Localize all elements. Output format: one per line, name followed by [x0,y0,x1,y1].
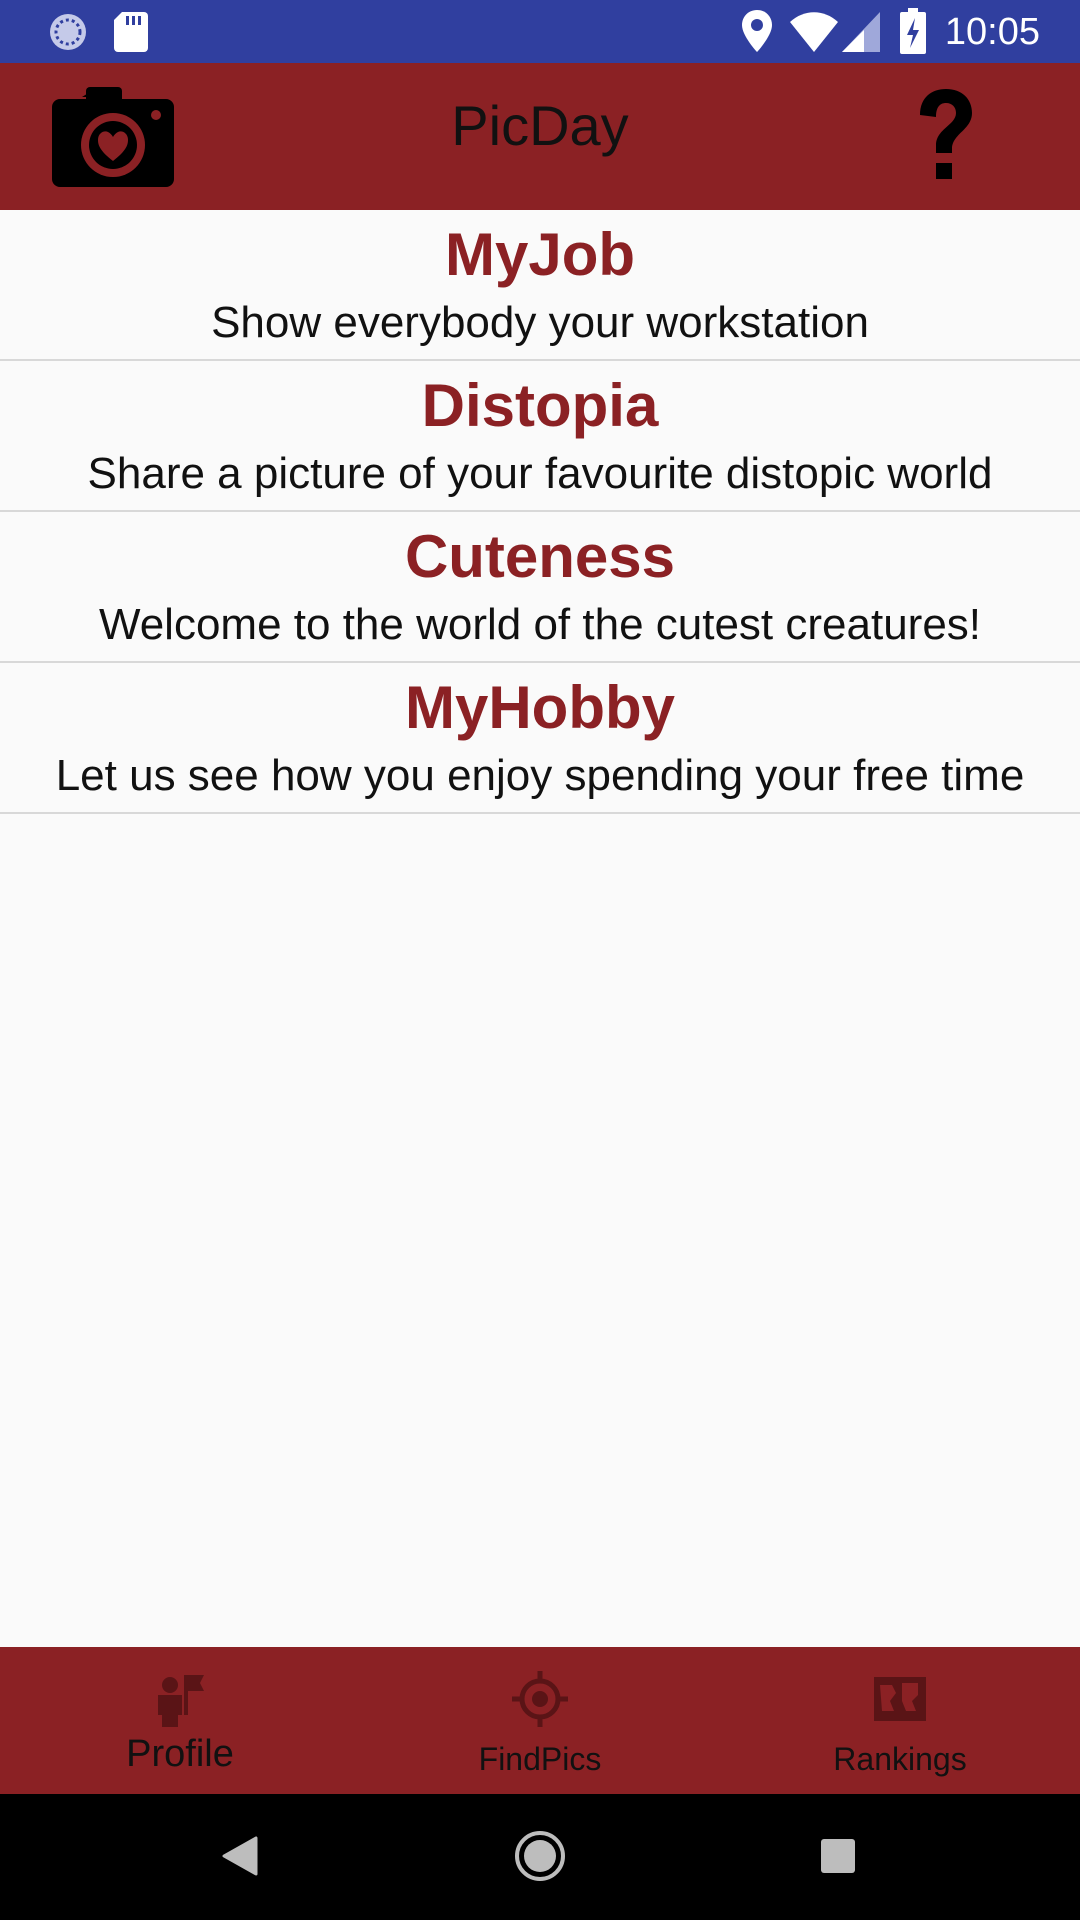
challenge-description: Let us see how you enjoy spending your f… [55,751,1025,800]
battery-charging-icon [900,8,926,54]
challenge-title: Cuteness [404,523,676,590]
list-item[interactable]: Cuteness Welcome to the world of the cut… [0,512,1080,663]
system-navigation-bar [0,1794,1080,1920]
nav-item-rankings[interactable]: Rankings [720,1647,1080,1794]
list-item[interactable]: MyHobby Let us see how you enjoy spendin… [0,663,1080,814]
nav-label-rankings: Rankings [833,1741,967,1777]
profile-flag-icon [158,1675,204,1727]
wifi-icon [790,12,838,52]
recents-icon[interactable] [820,1838,856,1874]
challenge-description: Welcome to the world of the cutest creat… [98,600,982,649]
map-image-icon [874,1677,926,1721]
status-time: 10:05 [944,11,1040,53]
nav-label-findpics: FindPics [478,1741,602,1777]
challenge-description: Show everybody your workstation [211,298,869,347]
location-icon [742,10,772,52]
nav-item-findpics[interactable]: FindPics [360,1647,720,1794]
challenge-description: Share a picture of your favourite distop… [87,449,993,498]
challenge-list: MyJob Show everybody your workstation Di… [0,210,1080,814]
camera-heart-icon[interactable] [52,87,174,187]
back-icon[interactable] [222,1836,258,1876]
app-bar: PicDay [0,63,1080,210]
nav-label-profile: Profile [126,1733,234,1775]
challenge-title: Distopia [421,372,659,439]
challenge-title: MyJob [444,221,636,288]
help-icon[interactable] [910,85,980,185]
sync-icon [50,14,86,50]
challenge-title: MyHobby [405,674,675,741]
list-item[interactable]: MyJob Show everybody your workstation [0,210,1080,361]
signal-icon [842,12,880,52]
sd-card-icon [114,12,148,52]
list-item[interactable]: Distopia Share a picture of your favouri… [0,361,1080,512]
status-bar: 10:05 [0,0,1080,63]
nav-item-profile[interactable]: Profile [0,1647,360,1794]
crosshair-icon [512,1671,568,1727]
home-icon[interactable] [514,1830,566,1882]
bottom-navigation: Profile FindPics Rankings [0,1647,1080,1794]
